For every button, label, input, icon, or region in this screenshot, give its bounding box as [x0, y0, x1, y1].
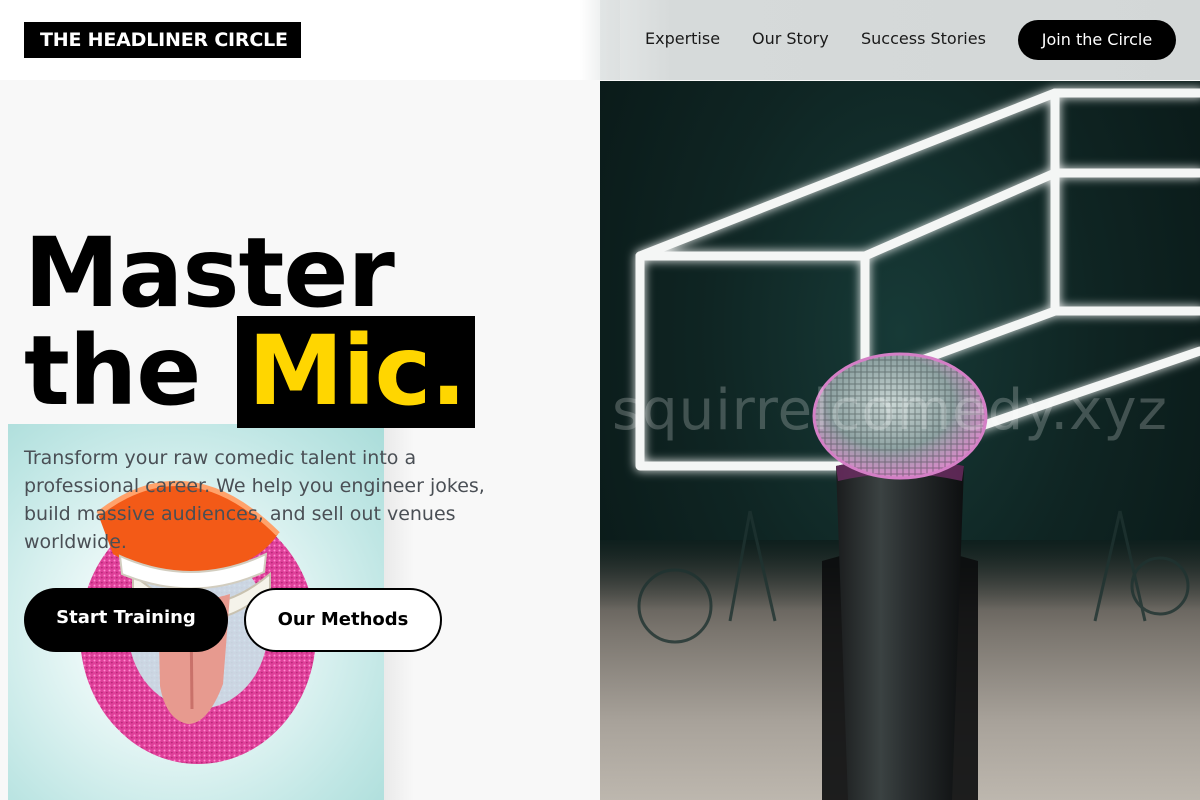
site-logo[interactable]: THE HEADLINER CIRCLE — [24, 22, 301, 58]
stage-photo-watermark: squirrelcomedy.xyz — [612, 378, 1168, 443]
headline-line-1: Master — [24, 217, 395, 329]
microphone-body — [836, 458, 964, 800]
hero-subcopy: Transform your raw comedic talent into a… — [24, 447, 485, 553]
our-methods-button[interactable]: Our Methods — [244, 588, 442, 652]
start-training-button[interactable]: Start Training — [24, 588, 228, 652]
nav-link-our-story[interactable]: Our Story — [752, 29, 829, 49]
landing-page: THE HEADLINER CIRCLE Expertise Our Story… — [0, 0, 1200, 800]
nav-link-success-stories[interactable]: Success Stories — [861, 29, 986, 49]
join-the-circle-button[interactable]: Join the Circle — [1018, 20, 1176, 60]
headline-highlight-word: Mic. — [248, 315, 467, 427]
nav-link-expertise[interactable]: Expertise — [645, 29, 720, 49]
